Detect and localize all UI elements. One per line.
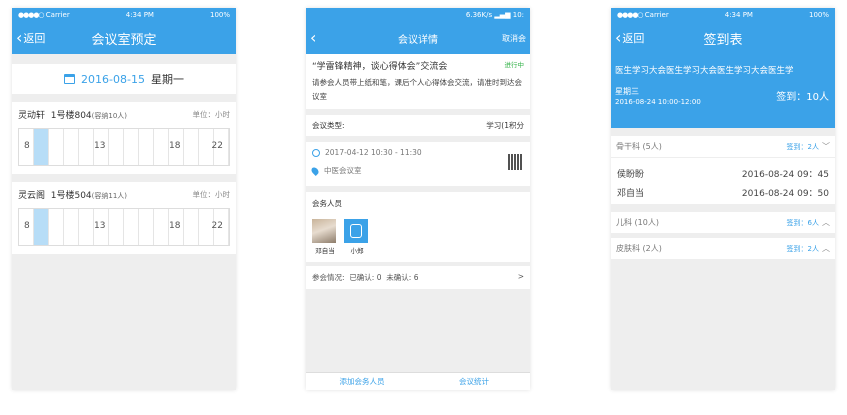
time-slot[interactable] [109,209,124,245]
department-header[interactable]: 皮肤科 (2人) 签到：2人 ︿ [611,238,835,260]
members-label: 会务人员 [312,199,342,208]
room-capacity: (容纳10人) [91,112,128,120]
bottom-bar: 添加会务人员 会议统计 [306,372,530,390]
page-title: 会议详情 [398,34,438,46]
time-slot[interactable] [124,129,139,165]
meeting-banner: 医生学习大会医生学习大会医生学习大会医生学 星期三 2016-08-24 10:… [611,54,835,128]
page-title: 签到表 [703,32,743,48]
qr-code-icon[interactable] [508,154,522,170]
unit-label: 单位：小时 [192,110,231,119]
status-bar: 6.36K/s ▂▄▆ 10: [306,8,530,22]
time-slot[interactable] [49,209,64,245]
calendar-icon [64,74,76,84]
cancel-meeting-button[interactable]: 取消会 [502,33,526,44]
meeting-detail-screen: 6.36K/s ▂▄▆ 10: ‹ 会议详情 取消会 “学雷锋精神，谈心得体会”… [306,8,530,390]
page-title: 会议室预定 [91,32,157,48]
department-group: 皮肤科 (2人) 签到：2人 ︿ [611,238,835,260]
time-slot[interactable] [184,129,199,165]
list-item: 邓自当 2016-08-24 09：50 [617,189,829,199]
date-selector[interactable]: 2016-08-15 星期一 [12,64,236,94]
hour-tick-label: 18 [169,141,181,151]
status-bar: ●●●●○ Carrier 4:34 PM 100% [12,8,236,22]
members-section: 会务人员 邓自当 小郑 [306,192,530,262]
meeting-summary: “学雷锋精神，谈心得体会”交流会 进行中 请参会人员带上纸和笔，课后个人心得体会… [306,54,530,109]
member-name: 小郑 [350,247,364,255]
chevron-left-icon: ‹ [310,28,317,47]
unit-label: 单位：小时 [192,190,231,199]
booking-screen: ●●●●○ Carrier 4:34 PM 100% ‹ 返回 会议室预定 201… [12,8,236,390]
time-slot[interactable] [184,209,199,245]
member-item[interactable]: 邓自当 [312,219,338,255]
room-capacity: (容纳11人) [91,192,128,200]
department-group: 骨干科 (5人) 签到：2人 ﹀ 侯盼盼 2016-08-24 09：45 邓自当 2… [611,136,835,204]
room-name: 灵动轩 [18,111,46,121]
hour-tick-label: 8 [24,141,30,151]
room-name: 灵云阁 [18,191,46,201]
chevron-left-icon: ‹ [16,28,23,47]
time-slot[interactable] [154,209,169,245]
time-slot[interactable] [64,209,79,245]
room-building: 1号楼804 [50,111,92,121]
meeting-time: 2017-04-12 10:30 - 11:30 [325,148,422,157]
meeting-info: 2017-04-12 10:30 - 11:30 中医会议室 [306,142,530,186]
hour-tick-label: 18 [169,221,181,231]
room-card-0[interactable]: 灵动轩 1号楼804(容纳10人) 单位：小时 8 13 18 22 [12,102,236,174]
nav-bar: ‹ 会议详情 取消会 [306,22,530,54]
hour-tick-label: 22 [211,221,223,231]
location-pin-icon [310,165,320,176]
status-badge: 进行中 [504,61,525,69]
room-timeline[interactable]: 8 13 18 22 [18,208,230,246]
meeting-title: “学雷锋精神，谈心得体会”交流会 [312,62,448,72]
room-card-1[interactable]: 灵云阁 1号楼504(容纳11人) 单位：小时 8 13 18 22 [12,182,236,254]
nav-bar: ‹ 返回 会议室预定 [12,22,236,54]
avatar [312,219,336,243]
status-bar: ●●●●○ Carrier 4:34 PM 100% [611,8,835,22]
hour-tick-label: 22 [211,141,223,151]
time-slot[interactable] [154,129,169,165]
member-item[interactable]: 小郑 [344,219,370,255]
back-button[interactable]: ‹ 返回 [615,22,644,54]
avatar [344,219,368,243]
meeting-description: 请参会人员带上纸和笔，课后个人心得体会交流，请准时到达会议室 [312,78,522,101]
hour-tick-label: 13 [94,221,106,231]
department-header[interactable]: 骨干科 (5人) 签到：2人 ﹀ [611,136,835,158]
clock-icon [312,148,320,157]
booked-slot[interactable] [34,209,49,245]
meeting-title: 医生学习大会医生学习大会医生学习大会医生学 [615,66,794,76]
chevron-left-icon: ‹ [615,28,622,47]
time-slot[interactable] [49,129,64,165]
signed-count: 签到：10人 [776,92,829,103]
meeting-stats-button[interactable]: 会议统计 [418,373,530,390]
booked-slot[interactable] [34,129,49,165]
nav-bar: ‹ 返回 签到表 [611,22,835,54]
signin-screen: ●●●●○ Carrier 4:34 PM 100% ‹ 返回 签到表 医生学习大… [611,8,835,390]
time-slot[interactable] [79,209,94,245]
time-slot[interactable] [109,129,124,165]
time-slot[interactable] [124,209,139,245]
department-group: 儿科 (10人) 签到：6人 ︿ [611,212,835,234]
time-slot[interactable] [139,209,154,245]
chevron-up-icon: ︿ [822,244,830,253]
chevron-down-icon: ﹀ [822,142,830,151]
hour-tick-label: 13 [94,141,106,151]
room-building: 1号楼504 [50,191,92,201]
add-staff-button[interactable]: 添加会务人员 [306,373,418,390]
signal-icon: ▂▄▆ [494,11,511,19]
time-slot[interactable] [64,129,79,165]
list-item: 侯盼盼 2016-08-24 09：45 [617,170,829,180]
back-button[interactable]: ‹ [310,22,317,54]
department-header[interactable]: 儿科 (10人) 签到：6人 ︿ [611,212,835,234]
chevron-right-icon: > [517,272,524,281]
member-name: 邓自当 [315,247,335,255]
back-button[interactable]: ‹ 返回 [16,22,45,54]
meeting-location: 中医会议室 [324,166,362,175]
meeting-type-row: 会议类型: 学习(1积分 [306,115,530,136]
chevron-up-icon: ︿ [822,218,830,227]
attendance-row[interactable]: 参会情况: 已确认: 0 未确认: 6 > [306,266,530,289]
time-slot[interactable] [79,129,94,165]
time-slot[interactable] [139,129,154,165]
room-timeline[interactable]: 8 13 18 22 [18,128,230,166]
hour-tick-label: 8 [24,221,30,231]
user-icon [350,224,362,238]
